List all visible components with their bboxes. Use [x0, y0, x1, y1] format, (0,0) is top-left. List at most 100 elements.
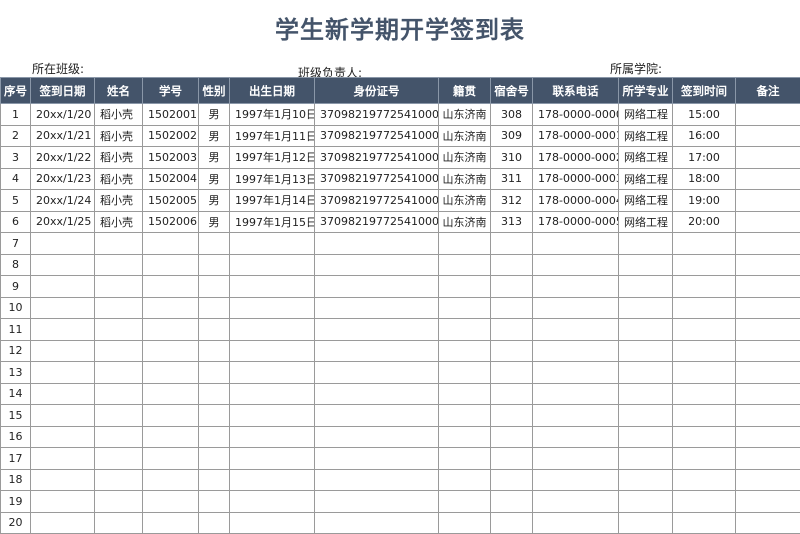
cell-birth[interactable]	[230, 297, 315, 319]
cell-student-id[interactable]	[143, 448, 199, 470]
cell-note[interactable]	[736, 340, 800, 362]
cell-major[interactable]	[619, 233, 673, 255]
cell-date[interactable]	[31, 340, 95, 362]
cell-no[interactable]: 15	[1, 405, 31, 427]
cell-name[interactable]	[95, 297, 143, 319]
cell-time[interactable]	[673, 405, 736, 427]
cell-birth[interactable]: 1997年1月11日	[230, 125, 315, 147]
cell-dorm[interactable]	[491, 448, 533, 470]
cell-no[interactable]: 19	[1, 491, 31, 513]
cell-native[interactable]: 山东济南	[439, 211, 491, 233]
cell-student-id[interactable]	[143, 491, 199, 513]
cell-native[interactable]	[439, 405, 491, 427]
cell-name[interactable]	[95, 362, 143, 384]
cell-student-id[interactable]	[143, 254, 199, 276]
cell-student-id[interactable]: 1502003	[143, 147, 199, 169]
cell-major[interactable]	[619, 319, 673, 341]
cell-student-id[interactable]: 1502005	[143, 190, 199, 212]
cell-time[interactable]: 16:00	[673, 125, 736, 147]
cell-phone[interactable]	[533, 233, 619, 255]
cell-note[interactable]	[736, 104, 800, 126]
cell-native[interactable]	[439, 469, 491, 491]
cell-dorm[interactable]	[491, 469, 533, 491]
cell-gender[interactable]	[199, 448, 230, 470]
cell-dorm[interactable]	[491, 254, 533, 276]
cell-note[interactable]	[736, 426, 800, 448]
cell-gender[interactable]	[199, 319, 230, 341]
cell-idcard[interactable]	[315, 512, 439, 534]
cell-date[interactable]: 20xx/1/23	[31, 168, 95, 190]
cell-idcard[interactable]: 370982197725410000	[315, 104, 439, 126]
cell-dorm[interactable]	[491, 383, 533, 405]
cell-gender[interactable]: 男	[199, 104, 230, 126]
cell-birth[interactable]	[230, 426, 315, 448]
cell-dorm[interactable]	[491, 297, 533, 319]
cell-idcard[interactable]	[315, 426, 439, 448]
cell-student-id[interactable]	[143, 276, 199, 298]
cell-note[interactable]	[736, 512, 800, 534]
cell-time[interactable]: 20:00	[673, 211, 736, 233]
cell-gender[interactable]	[199, 276, 230, 298]
cell-no[interactable]: 16	[1, 426, 31, 448]
cell-no[interactable]: 9	[1, 276, 31, 298]
cell-note[interactable]	[736, 405, 800, 427]
cell-dorm[interactable]: 309	[491, 125, 533, 147]
cell-major[interactable]: 网络工程	[619, 125, 673, 147]
cell-name[interactable]	[95, 319, 143, 341]
cell-native[interactable]	[439, 233, 491, 255]
cell-gender[interactable]: 男	[199, 190, 230, 212]
cell-gender[interactable]	[199, 491, 230, 513]
cell-name[interactable]	[95, 405, 143, 427]
cell-name[interactable]	[95, 426, 143, 448]
cell-note[interactable]	[736, 168, 800, 190]
cell-no[interactable]: 13	[1, 362, 31, 384]
cell-major[interactable]	[619, 448, 673, 470]
cell-major[interactable]	[619, 512, 673, 534]
cell-date[interactable]	[31, 319, 95, 341]
cell-no[interactable]: 6	[1, 211, 31, 233]
cell-name[interactable]: 稻小壳	[95, 168, 143, 190]
cell-dorm[interactable]	[491, 319, 533, 341]
cell-date[interactable]	[31, 491, 95, 513]
cell-name[interactable]	[95, 276, 143, 298]
cell-no[interactable]: 3	[1, 147, 31, 169]
cell-native[interactable]: 山东济南	[439, 125, 491, 147]
cell-native[interactable]	[439, 426, 491, 448]
cell-native[interactable]	[439, 276, 491, 298]
cell-time[interactable]	[673, 469, 736, 491]
cell-phone[interactable]	[533, 319, 619, 341]
cell-phone[interactable]	[533, 426, 619, 448]
cell-dorm[interactable]	[491, 362, 533, 384]
cell-major[interactable]	[619, 426, 673, 448]
cell-birth[interactable]: 1997年1月12日	[230, 147, 315, 169]
cell-date[interactable]	[31, 233, 95, 255]
cell-phone[interactable]	[533, 448, 619, 470]
cell-birth[interactable]	[230, 405, 315, 427]
cell-gender[interactable]	[199, 383, 230, 405]
cell-birth[interactable]	[230, 340, 315, 362]
cell-major[interactable]: 网络工程	[619, 168, 673, 190]
cell-native[interactable]	[439, 297, 491, 319]
cell-student-id[interactable]	[143, 319, 199, 341]
cell-idcard[interactable]	[315, 340, 439, 362]
cell-note[interactable]	[736, 190, 800, 212]
cell-note[interactable]	[736, 125, 800, 147]
cell-date[interactable]	[31, 276, 95, 298]
cell-native[interactable]	[439, 254, 491, 276]
cell-native[interactable]	[439, 340, 491, 362]
cell-phone[interactable]	[533, 276, 619, 298]
cell-no[interactable]: 14	[1, 383, 31, 405]
cell-gender[interactable]	[199, 405, 230, 427]
cell-no[interactable]: 4	[1, 168, 31, 190]
cell-no[interactable]: 2	[1, 125, 31, 147]
cell-date[interactable]	[31, 426, 95, 448]
cell-no[interactable]: 8	[1, 254, 31, 276]
cell-phone[interactable]: 178-0000-0005	[533, 211, 619, 233]
cell-phone[interactable]	[533, 362, 619, 384]
cell-date[interactable]: 20xx/1/22	[31, 147, 95, 169]
cell-phone[interactable]: 178-0000-0001	[533, 125, 619, 147]
cell-major[interactable]	[619, 362, 673, 384]
cell-time[interactable]	[673, 233, 736, 255]
cell-idcard[interactable]	[315, 254, 439, 276]
cell-note[interactable]	[736, 254, 800, 276]
